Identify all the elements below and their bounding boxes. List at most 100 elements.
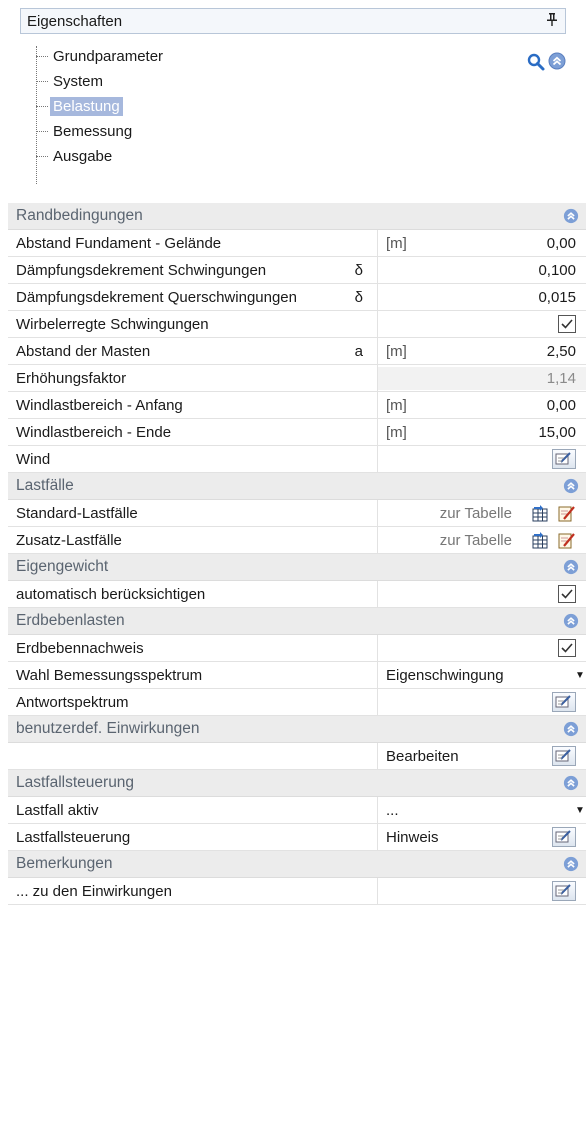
tree-item-label: System	[53, 72, 104, 90]
bearbeiten-edit-button[interactable]	[552, 746, 576, 766]
property-value-cell	[378, 635, 586, 661]
property-label: Windlastbereich - Anfang	[16, 396, 183, 414]
to-table-link[interactable]: zur Tabelle	[440, 532, 512, 549]
bearbeiten-text: Bearbeiten	[386, 747, 459, 765]
property-symbol	[320, 527, 378, 553]
property-symbol: a	[320, 338, 378, 364]
property-value-cell	[378, 689, 586, 715]
property-symbol	[320, 878, 378, 904]
property-value-input[interactable]: 0,015	[458, 284, 586, 310]
spektrum-dropdown[interactable]: Eigenschwingung ▼	[386, 667, 586, 684]
property-value-input[interactable]: 0,00	[458, 392, 586, 418]
tree-item-label: Ausgabe	[53, 147, 113, 165]
property-label: Lastfall aktiv	[16, 801, 99, 819]
table-icon[interactable]	[530, 503, 550, 523]
automatisch-checkbox[interactable]	[558, 585, 576, 603]
row-zusatz-lastfaelle: Zusatz-Lastfälle zur Tabelle	[8, 527, 586, 554]
tree-item-belastung[interactable]: Belastung	[36, 94, 123, 118]
section-randbedingungen[interactable]: Randbedingungen	[8, 203, 586, 230]
row-wahl-bemessungsspektrum: Wahl Bemessungsspektrum Eigenschwingung …	[8, 662, 586, 689]
property-label	[8, 743, 320, 769]
property-symbol	[320, 311, 378, 337]
pin-icon[interactable]	[539, 12, 565, 30]
chevron-down-icon[interactable]: ▼	[574, 670, 586, 681]
chevron-down-icon[interactable]: ▼	[574, 805, 586, 816]
property-symbol	[320, 635, 378, 661]
collapse-icon[interactable]	[556, 208, 586, 224]
property-symbol	[320, 662, 378, 688]
row-wirbelerregte-schwingungen: Wirbelerregte Schwingungen	[8, 311, 586, 338]
property-unit: [m]	[386, 234, 407, 252]
section-erdbebenlasten[interactable]: Erdbebenlasten	[8, 608, 586, 635]
row-bearbeiten: Bearbeiten	[8, 743, 586, 770]
edit-table-icon[interactable]	[556, 503, 576, 523]
row-antwortspektrum: Antwortspektrum	[8, 689, 586, 716]
tree-item-grundparameter[interactable]: Grundparameter	[36, 44, 166, 68]
tree-item-ausgabe[interactable]: Ausgabe	[36, 144, 115, 168]
bemerkungen-edit-button[interactable]	[552, 881, 576, 901]
collapse-icon[interactable]	[556, 856, 586, 872]
collapse-icon[interactable]	[556, 721, 586, 737]
property-unit: [m]	[386, 396, 407, 414]
tree-item-bemessung[interactable]: Bemessung	[36, 119, 135, 143]
property-value-input[interactable]: 2,50	[458, 338, 586, 364]
property-label: Erhöhungsfaktor	[16, 369, 127, 387]
section-lastfallsteuerung[interactable]: Lastfallsteuerung	[8, 770, 586, 797]
to-table-link[interactable]: zur Tabelle	[440, 505, 512, 522]
section-bemerkungen[interactable]: Bemerkungen	[8, 851, 586, 878]
property-label: Windlastbereich - Ende	[16, 423, 172, 441]
table-icon[interactable]	[530, 530, 550, 550]
hinweis-edit-button[interactable]	[552, 827, 576, 847]
row-wind: Wind	[8, 446, 586, 473]
property-symbol	[320, 230, 378, 256]
collapse-icon[interactable]	[556, 775, 586, 791]
row-abstand-masten: Abstand der Masten a [m] 2,50	[8, 338, 586, 365]
property-value-readonly: 1,14	[378, 366, 586, 390]
section-title: benutzerdef. Einwirkungen	[16, 720, 200, 737]
search-icon[interactable]	[526, 52, 546, 72]
tree-item-system[interactable]: System	[36, 69, 106, 93]
row-daempfung-querschwingungen: Dämpfungsdekrement Querschwingungen δ 0,…	[8, 284, 586, 311]
property-unit: [m]	[386, 423, 407, 441]
section-title: Lastfallsteuerung	[16, 774, 135, 791]
property-value-cell: zur Tabelle	[378, 527, 586, 553]
lastfall-aktiv-dropdown[interactable]: ... ▼	[386, 802, 586, 819]
collapse-icon[interactable]	[556, 559, 586, 575]
property-value-cell: Bearbeiten	[378, 743, 586, 769]
collapse-icon[interactable]	[556, 613, 586, 629]
erdbeben-checkbox[interactable]	[558, 639, 576, 657]
antwortspektrum-edit-button[interactable]	[552, 692, 576, 712]
wind-edit-button[interactable]	[552, 449, 576, 469]
property-label: Lastfallsteuerung	[16, 828, 131, 846]
property-value-cell	[378, 446, 586, 472]
property-symbol	[320, 365, 378, 391]
row-lastfall-aktiv: Lastfall aktiv ... ▼	[8, 797, 586, 824]
property-label: Dämpfungsdekrement Schwingungen	[16, 261, 267, 279]
property-value-input[interactable]: 15,00	[458, 419, 586, 445]
property-symbol	[320, 797, 378, 823]
property-symbol	[320, 743, 378, 769]
section-eigengewicht[interactable]: Eigengewicht	[8, 554, 586, 581]
wirbel-checkbox[interactable]	[558, 315, 576, 333]
row-abstand-fundament: Abstand Fundament - Gelände [m] 0,00	[8, 230, 586, 257]
tree-item-label: Belastung	[50, 96, 123, 116]
property-symbol: δ	[320, 284, 378, 310]
section-title: Eigengewicht	[16, 558, 109, 575]
property-symbol	[320, 824, 378, 850]
property-value-input[interactable]: 0,100	[458, 257, 586, 283]
property-label: Standard-Lastfälle	[16, 504, 138, 522]
property-value-input[interactable]: 0,00	[458, 230, 586, 256]
section-lastfaelle[interactable]: Lastfälle	[8, 473, 586, 500]
row-lastfallsteuerung: Lastfallsteuerung Hinweis	[8, 824, 586, 851]
collapse-icon[interactable]	[556, 478, 586, 494]
dropdown-value: ...	[386, 801, 399, 819]
property-label: Abstand der Masten	[16, 342, 151, 360]
property-label: automatisch berücksichtigen	[16, 585, 206, 603]
row-erdbebennachweis: Erdbebennachweis	[8, 635, 586, 662]
row-erhoehungsfaktor: Erhöhungsfaktor 1,14	[8, 365, 586, 392]
edit-table-icon[interactable]	[556, 530, 576, 550]
property-label: Wind	[16, 450, 51, 468]
section-title: Erdbebenlasten	[16, 612, 125, 629]
section-einwirkungen[interactable]: benutzerdef. Einwirkungen	[8, 716, 586, 743]
collapse-all-icon[interactable]	[548, 52, 566, 70]
